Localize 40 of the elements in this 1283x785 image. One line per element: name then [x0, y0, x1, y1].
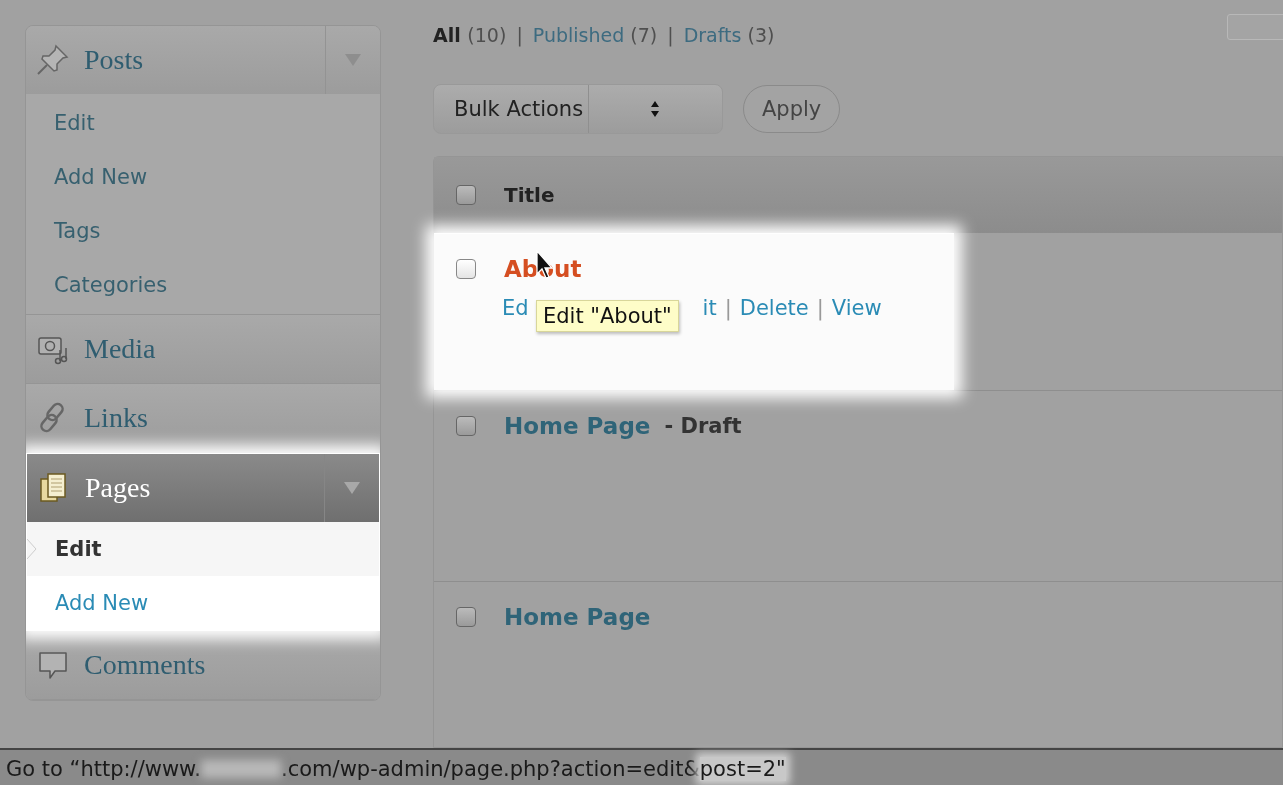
submenu-item[interactable]: Edit — [26, 96, 380, 150]
filter-link[interactable]: Published (7) — [532, 24, 658, 46]
submenu-item[interactable]: Tags — [26, 204, 380, 258]
row-action-link[interactable]: Ed — [502, 296, 529, 320]
submenu-item[interactable]: Add New — [27, 576, 379, 630]
separator: | — [724, 296, 732, 320]
page-title-link[interactable]: Home Page — [504, 413, 651, 439]
apply-button[interactable]: Apply — [743, 85, 841, 133]
select-all-checkbox[interactable] — [456, 185, 476, 205]
menu-label: Posts — [84, 44, 145, 76]
pushpin-icon — [36, 43, 70, 77]
page-title-link[interactable]: Home Page — [504, 604, 651, 630]
separator: | — [516, 24, 523, 46]
updown-arrows-icon — [650, 100, 661, 118]
bulk-actions-dropdown[interactable]: Bulk Actions — [433, 84, 723, 134]
row-action-link[interactable]: it — [702, 296, 717, 320]
menu-header[interactable]: Pages — [27, 454, 379, 522]
submenu-item[interactable]: Add New — [26, 150, 380, 204]
tooltip: Edit "About" — [536, 300, 679, 332]
checkbox[interactable] — [456, 607, 476, 627]
separator: | — [816, 296, 824, 320]
status-text: post=2" — [699, 756, 786, 781]
status-label: - Draft — [664, 414, 742, 438]
menu-label: Comments — [84, 649, 207, 681]
menu-label: Links — [84, 402, 149, 434]
menu-header[interactable]: Posts — [26, 26, 380, 94]
column-header[interactable]: Title — [504, 183, 555, 207]
row-action-link[interactable]: View — [831, 296, 882, 320]
status-text: .com/wp-admin/page.php?action=edit& — [281, 756, 700, 781]
checkbox[interactable] — [456, 416, 476, 436]
menu-label: Pages — [85, 472, 152, 504]
row-action-link[interactable]: Delete — [739, 296, 809, 320]
submenu-item[interactable]: Edit — [27, 522, 379, 576]
filter-link[interactable]: All (10) — [433, 24, 507, 46]
filter-link[interactable]: Drafts (3) — [683, 24, 775, 46]
menu-label: Media — [84, 333, 157, 365]
status-text: Go to “http://www. — [6, 756, 202, 781]
submenu-item[interactable]: Categories — [26, 258, 380, 312]
checkbox[interactable] — [456, 259, 476, 279]
separator: | — [667, 24, 674, 46]
